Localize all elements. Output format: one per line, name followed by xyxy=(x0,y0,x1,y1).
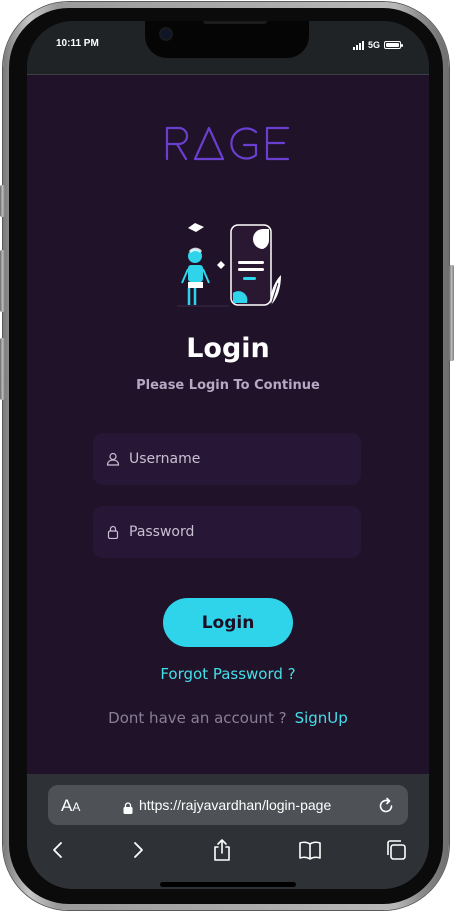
page-subtitle: Please Login To Continue xyxy=(136,378,320,393)
rage-logo xyxy=(164,125,292,161)
lock-icon xyxy=(105,524,121,540)
status-indicators: 5G xyxy=(353,39,404,51)
url-text: https://rajyavardhan/login-page xyxy=(139,797,332,813)
text-size-button[interactable]: AA xyxy=(61,796,80,816)
page-title: Login xyxy=(186,333,270,364)
side-button-power xyxy=(449,265,454,361)
username-field[interactable] xyxy=(93,433,361,485)
password-field[interactable] xyxy=(93,506,361,558)
tabs-icon[interactable] xyxy=(383,837,409,863)
signal-icon xyxy=(353,40,364,50)
signup-prompt: Dont have an account ? xyxy=(108,709,287,727)
secure-lock-icon xyxy=(122,799,134,814)
login-button[interactable]: Login xyxy=(163,598,293,647)
login-page: Login Please Login To Continue Login For… xyxy=(27,75,429,775)
back-icon[interactable] xyxy=(45,837,71,863)
share-icon[interactable] xyxy=(209,837,235,863)
browser-toolbar: AA https://rajyavardhan/login-page xyxy=(27,774,429,889)
forward-icon[interactable] xyxy=(125,837,151,863)
status-time: 10:11 PM xyxy=(56,38,99,49)
password-input[interactable] xyxy=(129,524,349,540)
side-button-volume-down xyxy=(0,338,5,400)
battery-icon xyxy=(384,41,404,49)
front-camera-icon xyxy=(161,29,171,39)
speaker-grille xyxy=(203,21,267,24)
home-indicator[interactable] xyxy=(160,882,296,887)
side-button-silent xyxy=(0,185,5,217)
signup-link[interactable]: SignUp xyxy=(295,709,348,727)
forgot-password-link[interactable]: Forgot Password ? xyxy=(27,665,429,683)
notch xyxy=(145,21,309,58)
login-illustration xyxy=(177,223,283,309)
address-bar[interactable]: AA https://rajyavardhan/login-page xyxy=(48,785,408,825)
side-button-volume-up xyxy=(0,250,5,312)
username-input[interactable] xyxy=(129,451,349,467)
bookmarks-icon[interactable] xyxy=(297,837,323,863)
phone-screen: 10:11 PM 5G Login Please Login To Contin… xyxy=(27,21,429,889)
user-icon xyxy=(105,451,121,467)
network-label: 5G xyxy=(368,40,381,50)
reload-icon[interactable] xyxy=(376,796,396,816)
signup-row: Dont have an account ? SignUp xyxy=(27,709,429,727)
